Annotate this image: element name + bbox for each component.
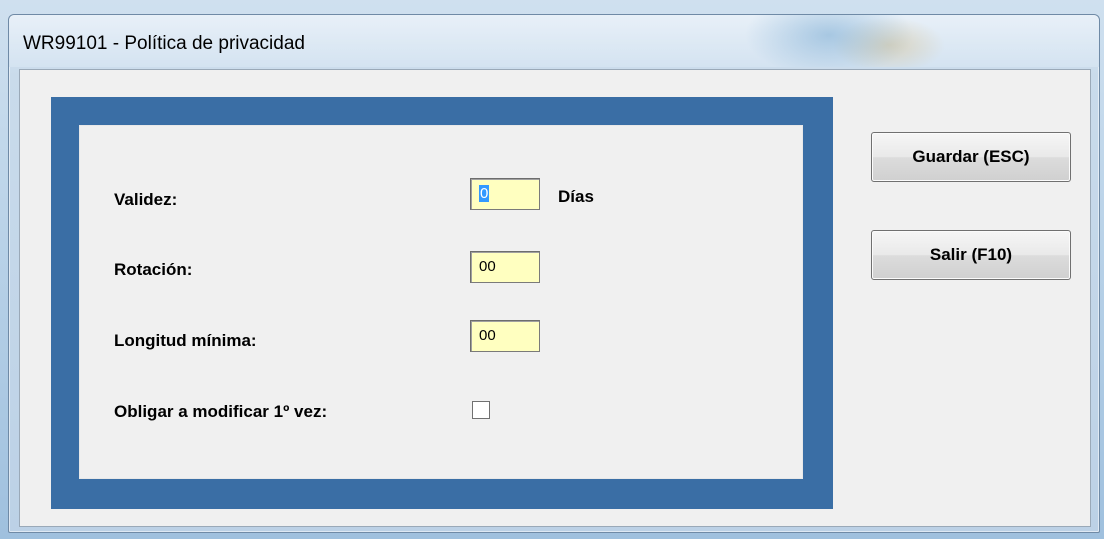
obligar-modificar-checkbox[interactable]	[472, 401, 490, 419]
salir-button[interactable]: Salir (F10)	[871, 230, 1071, 280]
rotacion-value: 00	[479, 258, 496, 275]
window-title: WR99101 - Política de privacidad	[23, 33, 305, 54]
obligar-modificar-label: Obligar a modificar 1º vez:	[114, 402, 328, 421]
rotacion-field[interactable]: 00	[470, 251, 540, 283]
longitud-minima-field[interactable]: 00	[470, 320, 540, 352]
validez-field[interactable]: 0	[470, 178, 540, 210]
settings-panel: Validez: 0 Días Rotación: 00 Longitud mí…	[79, 125, 803, 479]
dialog-window: WR99101 - Política de privacidad Validez…	[8, 14, 1100, 533]
dialog-client-area: Validez: 0 Días Rotación: 00 Longitud mí…	[19, 69, 1091, 527]
title-bar[interactable]: WR99101 - Política de privacidad	[9, 15, 1099, 67]
settings-panel-frame: Validez: 0 Días Rotación: 00 Longitud mí…	[51, 97, 833, 509]
validez-unit-label: Días	[558, 187, 594, 206]
rotacion-label: Rotación:	[114, 260, 193, 279]
validez-value: 0	[479, 185, 490, 202]
longitud-minima-value: 00	[479, 327, 496, 344]
longitud-minima-label: Longitud mínima:	[114, 331, 257, 350]
guardar-button[interactable]: Guardar (ESC)	[871, 132, 1071, 182]
validez-label: Validez:	[114, 190, 178, 209]
